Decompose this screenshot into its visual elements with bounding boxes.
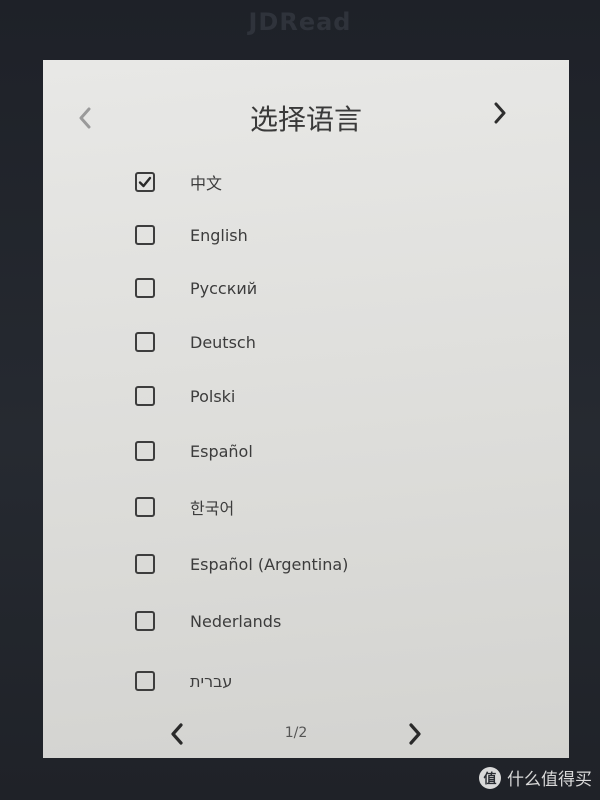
- page-next-button[interactable]: [400, 719, 430, 749]
- chevron-right-icon: [494, 102, 506, 124]
- language-option[interactable]: Español: [135, 431, 475, 471]
- language-label: Polski: [190, 386, 236, 406]
- language-option[interactable]: עברית: [135, 661, 475, 701]
- language-checkbox[interactable]: [135, 172, 155, 192]
- language-label: Русский: [190, 278, 258, 298]
- language-option[interactable]: Deutsch: [135, 322, 475, 362]
- language-checkbox[interactable]: [135, 386, 155, 406]
- language-label: 한국어: [190, 499, 235, 518]
- language-option[interactable]: 한국어: [135, 487, 475, 527]
- language-label: Deutsch: [190, 332, 256, 352]
- language-option[interactable]: Polski: [135, 376, 475, 416]
- language-label: English: [190, 225, 248, 245]
- language-checkbox[interactable]: [135, 278, 155, 298]
- language-checkbox[interactable]: [135, 441, 155, 461]
- language-option[interactable]: Nederlands: [135, 601, 475, 641]
- language-checkbox[interactable]: [135, 671, 155, 691]
- language-label: Español (Argentina): [190, 554, 349, 574]
- chevron-right-icon: [409, 723, 421, 745]
- language-option[interactable]: Русский: [135, 268, 475, 308]
- language-checkbox[interactable]: [135, 611, 155, 631]
- device-brand-logo: JDRead: [248, 8, 352, 36]
- language-label: עברית: [190, 671, 233, 691]
- language-checkbox[interactable]: [135, 332, 155, 352]
- language-label: 中文: [190, 174, 223, 193]
- ereader-device: JDRead 选择语言 中文 English Русский Deutsch P…: [0, 0, 600, 800]
- language-option[interactable]: English: [135, 215, 475, 255]
- header-next-button[interactable]: [485, 98, 515, 128]
- language-selection-screen: 选择语言 中文 English Русский Deutsch Polski E…: [43, 60, 569, 758]
- watermark-text: 什么值得买: [507, 770, 592, 790]
- page-indicator: 1/2: [284, 725, 308, 741]
- check-icon: [138, 176, 152, 188]
- watermark: 值 什么值得买: [479, 765, 592, 790]
- language-checkbox[interactable]: [135, 225, 155, 245]
- language-label: Nederlands: [190, 611, 282, 631]
- language-option[interactable]: Español (Argentina): [135, 544, 475, 584]
- language-option[interactable]: 中文: [135, 162, 475, 202]
- language-checkbox[interactable]: [135, 497, 155, 517]
- language-checkbox[interactable]: [135, 554, 155, 574]
- language-label: Español: [190, 441, 253, 461]
- watermark-logo: 值: [479, 766, 501, 789]
